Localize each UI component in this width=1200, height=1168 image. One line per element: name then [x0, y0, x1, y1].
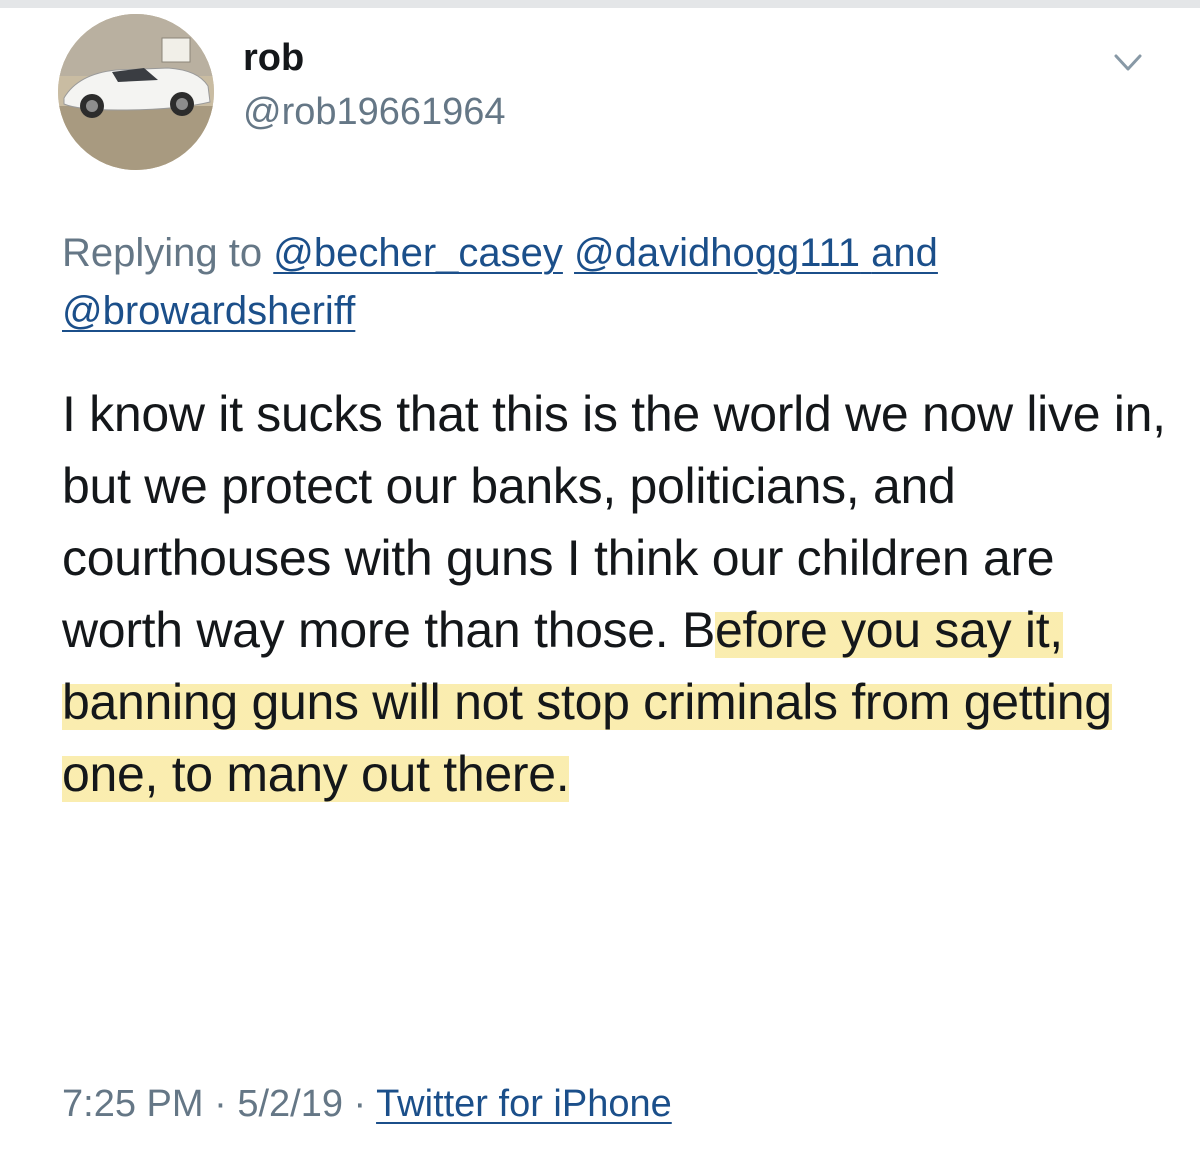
- chevron-down-icon[interactable]: [1108, 48, 1148, 78]
- replying-to-line: Replying to @becher_casey @davidhogg111 …: [62, 224, 1142, 340]
- mention-link[interactable]: @becher_casey: [273, 231, 563, 275]
- author-display-name[interactable]: rob: [243, 34, 304, 82]
- avatar-car-photo: [58, 14, 214, 170]
- mention-link[interactable]: @browardsheriff: [62, 289, 355, 333]
- author-handle[interactable]: @rob19661964: [243, 88, 506, 136]
- tweet-body: I know it sucks that this is the world w…: [62, 378, 1172, 810]
- meta-separator: ·: [353, 1083, 367, 1125]
- tweet-date: 5/2/19: [237, 1083, 343, 1125]
- tweet-card: rob @rob19661964 Replying to @becher_cas…: [0, 0, 1200, 1168]
- meta-separator: ·: [214, 1083, 227, 1125]
- tweet-time: 7:25 PM: [62, 1083, 204, 1125]
- avatar[interactable]: [58, 14, 214, 170]
- mention-link[interactable]: @davidhogg111: [574, 231, 860, 275]
- tweet-source-link[interactable]: Twitter for iPhone: [376, 1083, 672, 1125]
- replying-to-label: Replying to: [62, 231, 263, 275]
- tweet-meta: 7:25 PM · 5/2/19 · Twitter for iPhone: [62, 1078, 672, 1130]
- mention-conjunction[interactable]: and: [860, 231, 938, 275]
